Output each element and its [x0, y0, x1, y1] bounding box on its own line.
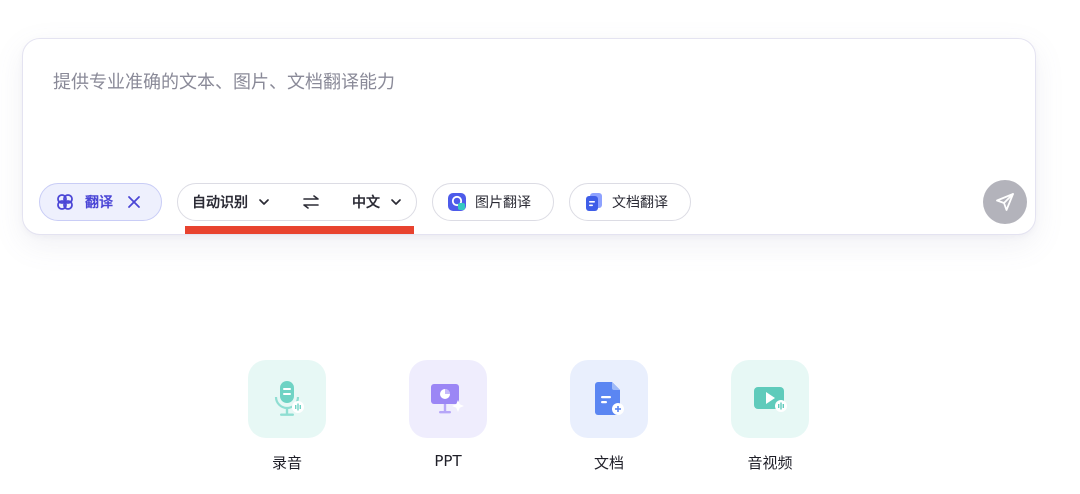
translate-knot-icon	[54, 191, 76, 213]
tool-recording-box[interactable]	[248, 360, 326, 438]
tool-ppt-box[interactable]	[409, 360, 487, 438]
tool-audio-video-label: 音视频	[747, 454, 793, 472]
chevron-down-icon	[390, 196, 402, 208]
swap-arrows-icon[interactable]	[301, 194, 321, 210]
close-icon[interactable]	[125, 193, 143, 211]
tool-document-box[interactable]	[570, 360, 648, 438]
send-icon	[994, 191, 1016, 213]
translate-input-card: 翻译 自动识别	[22, 38, 1036, 235]
tool-ppt-label: PPT	[434, 452, 462, 470]
send-button[interactable]	[983, 180, 1027, 224]
document-translate-button[interactable]: 文档翻译	[569, 183, 691, 221]
chevron-down-icon	[258, 196, 270, 208]
target-language-dropdown[interactable]: 中文	[352, 192, 402, 212]
tool-recording-label: 录音	[271, 454, 302, 472]
tool-document[interactable]: 文档	[569, 360, 649, 473]
document-icon	[591, 379, 627, 419]
document-translate-icon	[584, 192, 604, 212]
presentation-icon	[428, 380, 468, 418]
tool-audio-video[interactable]: 音视频	[730, 360, 810, 473]
document-translate-label: 文档翻译	[612, 195, 668, 211]
translate-text-input[interactable]	[53, 67, 993, 97]
tool-audio-video-box[interactable]	[731, 360, 809, 438]
video-icon	[750, 381, 790, 417]
image-translate-icon	[447, 192, 467, 212]
source-language-label: 自动识别	[192, 195, 248, 211]
microphone-icon	[269, 379, 305, 419]
tool-document-label: 文档	[593, 454, 624, 472]
source-language-dropdown[interactable]: 自动识别	[192, 192, 270, 212]
target-language-label: 中文	[352, 195, 380, 211]
tool-recording[interactable]: 录音	[247, 360, 327, 473]
translate-mode-chip[interactable]: 翻译	[39, 183, 162, 221]
translate-mode-label: 翻译	[85, 195, 113, 211]
tool-ppt[interactable]: PPT	[408, 360, 488, 470]
image-translate-label: 图片翻译	[475, 195, 531, 211]
page: 翻译 自动识别	[0, 0, 1080, 494]
highlight-underline-mark	[185, 226, 414, 234]
image-translate-button[interactable]: 图片翻译	[432, 183, 554, 221]
input-toolbar: 翻译 自动识别 中文 图片翻译 文档翻译	[39, 182, 691, 222]
language-selector: 自动识别 中文	[177, 183, 417, 221]
